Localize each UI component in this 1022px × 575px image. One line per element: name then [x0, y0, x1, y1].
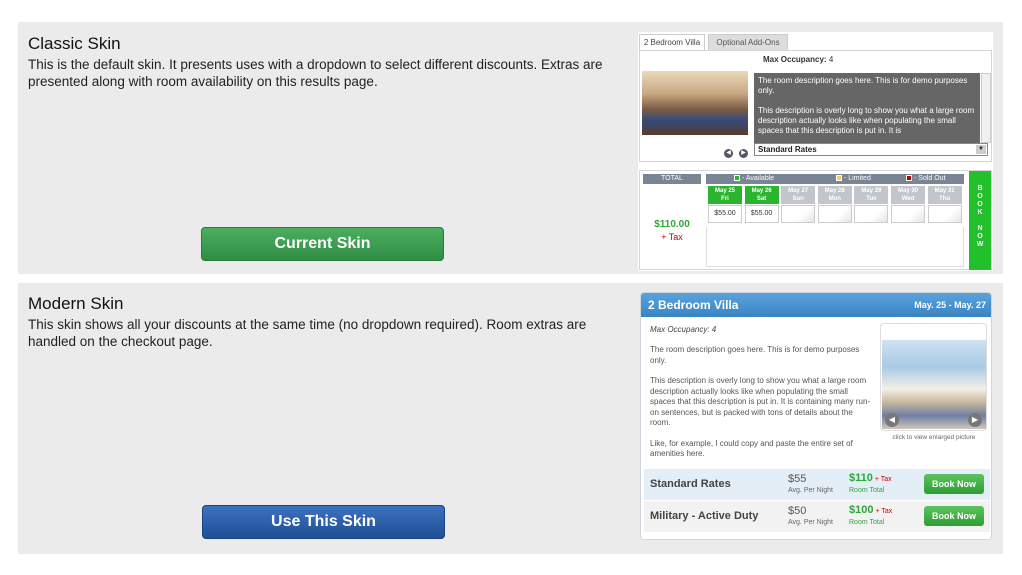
max-occupancy: Max Occupancy: 4	[650, 325, 717, 334]
limited-swatch-icon	[836, 175, 842, 181]
description-scrollbar[interactable]	[981, 73, 991, 143]
photo-next-icon[interactable]: ▶	[968, 413, 982, 427]
calendar-day-header: May 30 Wed	[891, 186, 925, 204]
calendar-day-weekday: Fri	[721, 196, 729, 202]
calendar-day-date: May 26	[751, 188, 772, 194]
calendar-day-cell[interactable]: $55.00	[744, 205, 779, 223]
max-occupancy-label: Max Occupancy:	[763, 55, 827, 64]
rate-nightly-price: $50	[788, 505, 807, 517]
room-description: The room description goes here. This is …	[754, 73, 980, 143]
total-price: $110.00	[654, 219, 690, 230]
modern-skin-preview: 2 Bedroom Villa May. 25 - May. 27 Max Oc…	[640, 292, 992, 540]
rate-select-value: Standard Rates	[758, 145, 817, 154]
classic-skin-description: This is the default skin. It presents us…	[28, 57, 603, 89]
calendar-day-weekday: Wed	[901, 196, 915, 202]
book-now-button[interactable]: BOOKNOW	[969, 171, 991, 270]
calendar-day-weekday: Thu	[939, 196, 951, 202]
tab-optional-add-ons[interactable]: Optional Add-Ons	[708, 34, 788, 50]
book-now-button[interactable]: Book Now	[924, 474, 984, 494]
room-description-p2: This description is overly long to show …	[758, 106, 975, 135]
calendar-day-header: May 28 Mon	[817, 186, 852, 204]
calendar-day-header: May 31 Thu	[927, 186, 962, 204]
availability-legend: - Available - Limited - Sold Out	[706, 174, 964, 184]
rate-row: Standard Rates $55 Avg. Per Night $110 + …	[644, 469, 990, 500]
legend-limited: - Limited	[836, 174, 871, 184]
rate-tax: + Tax	[874, 476, 892, 483]
calendar-grid-frame	[706, 227, 964, 267]
max-occupancy-value: 4	[828, 55, 834, 64]
calendar-day-weekday: Sun	[792, 196, 804, 202]
photo-next-icon[interactable]: ▶	[739, 149, 748, 158]
room-photo[interactable]	[642, 71, 748, 135]
calendar-day-header: May 29 Tue	[854, 186, 889, 204]
photo-prev-icon[interactable]: ◀	[724, 149, 733, 158]
modern-preview-header: 2 Bedroom Villa May. 25 - May. 27	[641, 293, 991, 317]
calendar-day-date: May 25	[714, 188, 735, 194]
room-description-p1: The room description goes here. This is …	[758, 76, 968, 95]
rate-total-label: Room Total	[849, 519, 885, 526]
calendar-day-cell[interactable]	[854, 205, 889, 223]
rate-name: Standard Rates	[650, 478, 731, 490]
classic-skin-preview: 2 Bedroom Villa Optional Add-Ons ◀ ▶ Max…	[638, 32, 993, 271]
modern-skin-panel: Modern Skin This skin shows all your dis…	[18, 283, 1003, 554]
calendar-day-date: May 30	[897, 188, 918, 194]
room-name: 2 Bedroom Villa	[648, 298, 739, 312]
classic-skin-panel: Classic Skin This is the default skin. I…	[18, 22, 1003, 274]
calendar-day-cell[interactable]: $55.00	[708, 205, 742, 223]
calendar-day-weekday: Tue	[866, 196, 877, 202]
photo-prev-icon[interactable]: ◀	[885, 413, 899, 427]
rate-select[interactable]: Standard Rates ▼	[754, 143, 988, 156]
rate-name: Military - Active Duty	[650, 510, 759, 522]
rate-total-label: Room Total	[849, 487, 885, 494]
calendar-day-date: May 27	[788, 188, 809, 194]
room-description-p3: Like, for example, I could copy and past…	[650, 438, 853, 459]
calendar-day-date: May 29	[861, 188, 882, 194]
classic-room-info: ◀ ▶ Max Occupancy: 4 The room descriptio…	[639, 50, 992, 162]
calendar-day-cell[interactable]	[927, 205, 962, 223]
legend-available: - Available	[734, 174, 774, 184]
calendar-day-cell[interactable]	[781, 205, 816, 223]
calendar-day-cell[interactable]	[817, 205, 852, 223]
room-description-p1: The room description goes here. This is …	[650, 345, 860, 365]
modern-skin-title: Modern Skin	[28, 294, 124, 313]
rate-tax: + Tax	[875, 508, 893, 515]
stay-dates: May. 25 - May. 27	[914, 300, 986, 310]
modern-skin-description: This skin shows all your discounts at th…	[28, 317, 587, 349]
rate-nightly-price: $55	[788, 473, 807, 485]
use-this-skin-button[interactable]: Use This Skin	[202, 505, 445, 539]
tax-label: + Tax	[661, 232, 683, 242]
sold-out-swatch-icon	[906, 175, 912, 181]
chevron-down-icon: ▼	[976, 145, 986, 154]
calendar-day-weekday: Sat	[756, 196, 767, 202]
calendar-day-date: May 28	[824, 188, 845, 194]
rate-nightly-label: Avg. Per Night	[788, 519, 834, 526]
current-skin-button[interactable]: Current Skin	[201, 227, 444, 261]
max-occupancy: Max Occupancy: 4	[763, 55, 833, 64]
room-description: The room description goes here. This is …	[650, 345, 875, 460]
calendar-day-cell[interactable]	[891, 205, 925, 223]
calendar-day-header: May 27 Sun	[781, 186, 816, 204]
rate-total: $110 + Tax	[849, 472, 892, 484]
rate-total: $100 + Tax	[849, 504, 893, 516]
book-now-button[interactable]: Book Now	[924, 506, 984, 526]
classic-preview-tabs: 2 Bedroom Villa Optional Add-Ons	[638, 32, 993, 50]
calendar-day-header: May 25 Fri	[708, 186, 742, 204]
rate-row: Military - Active Duty $50 Avg. Per Nigh…	[644, 501, 990, 532]
tab-2-bedroom-villa[interactable]: 2 Bedroom Villa	[639, 34, 705, 50]
room-description-p2: This description is overly long to show …	[650, 376, 871, 427]
calendar-day-header: May 26 Sat	[744, 186, 779, 204]
photo-caption[interactable]: click to view enlarged picture	[882, 434, 986, 441]
classic-skin-title: Classic Skin	[28, 34, 121, 53]
available-swatch-icon	[734, 175, 740, 181]
legend-sold-out: - Sold Out	[906, 174, 946, 184]
classic-availability: TOTAL $110.00 + Tax - Available - Limite…	[639, 170, 992, 270]
calendar-day-date: May 31	[934, 188, 955, 194]
rate-nightly-label: Avg. Per Night	[788, 487, 834, 494]
total-header: TOTAL	[643, 174, 701, 184]
calendar-day-weekday: Mon	[828, 196, 841, 202]
